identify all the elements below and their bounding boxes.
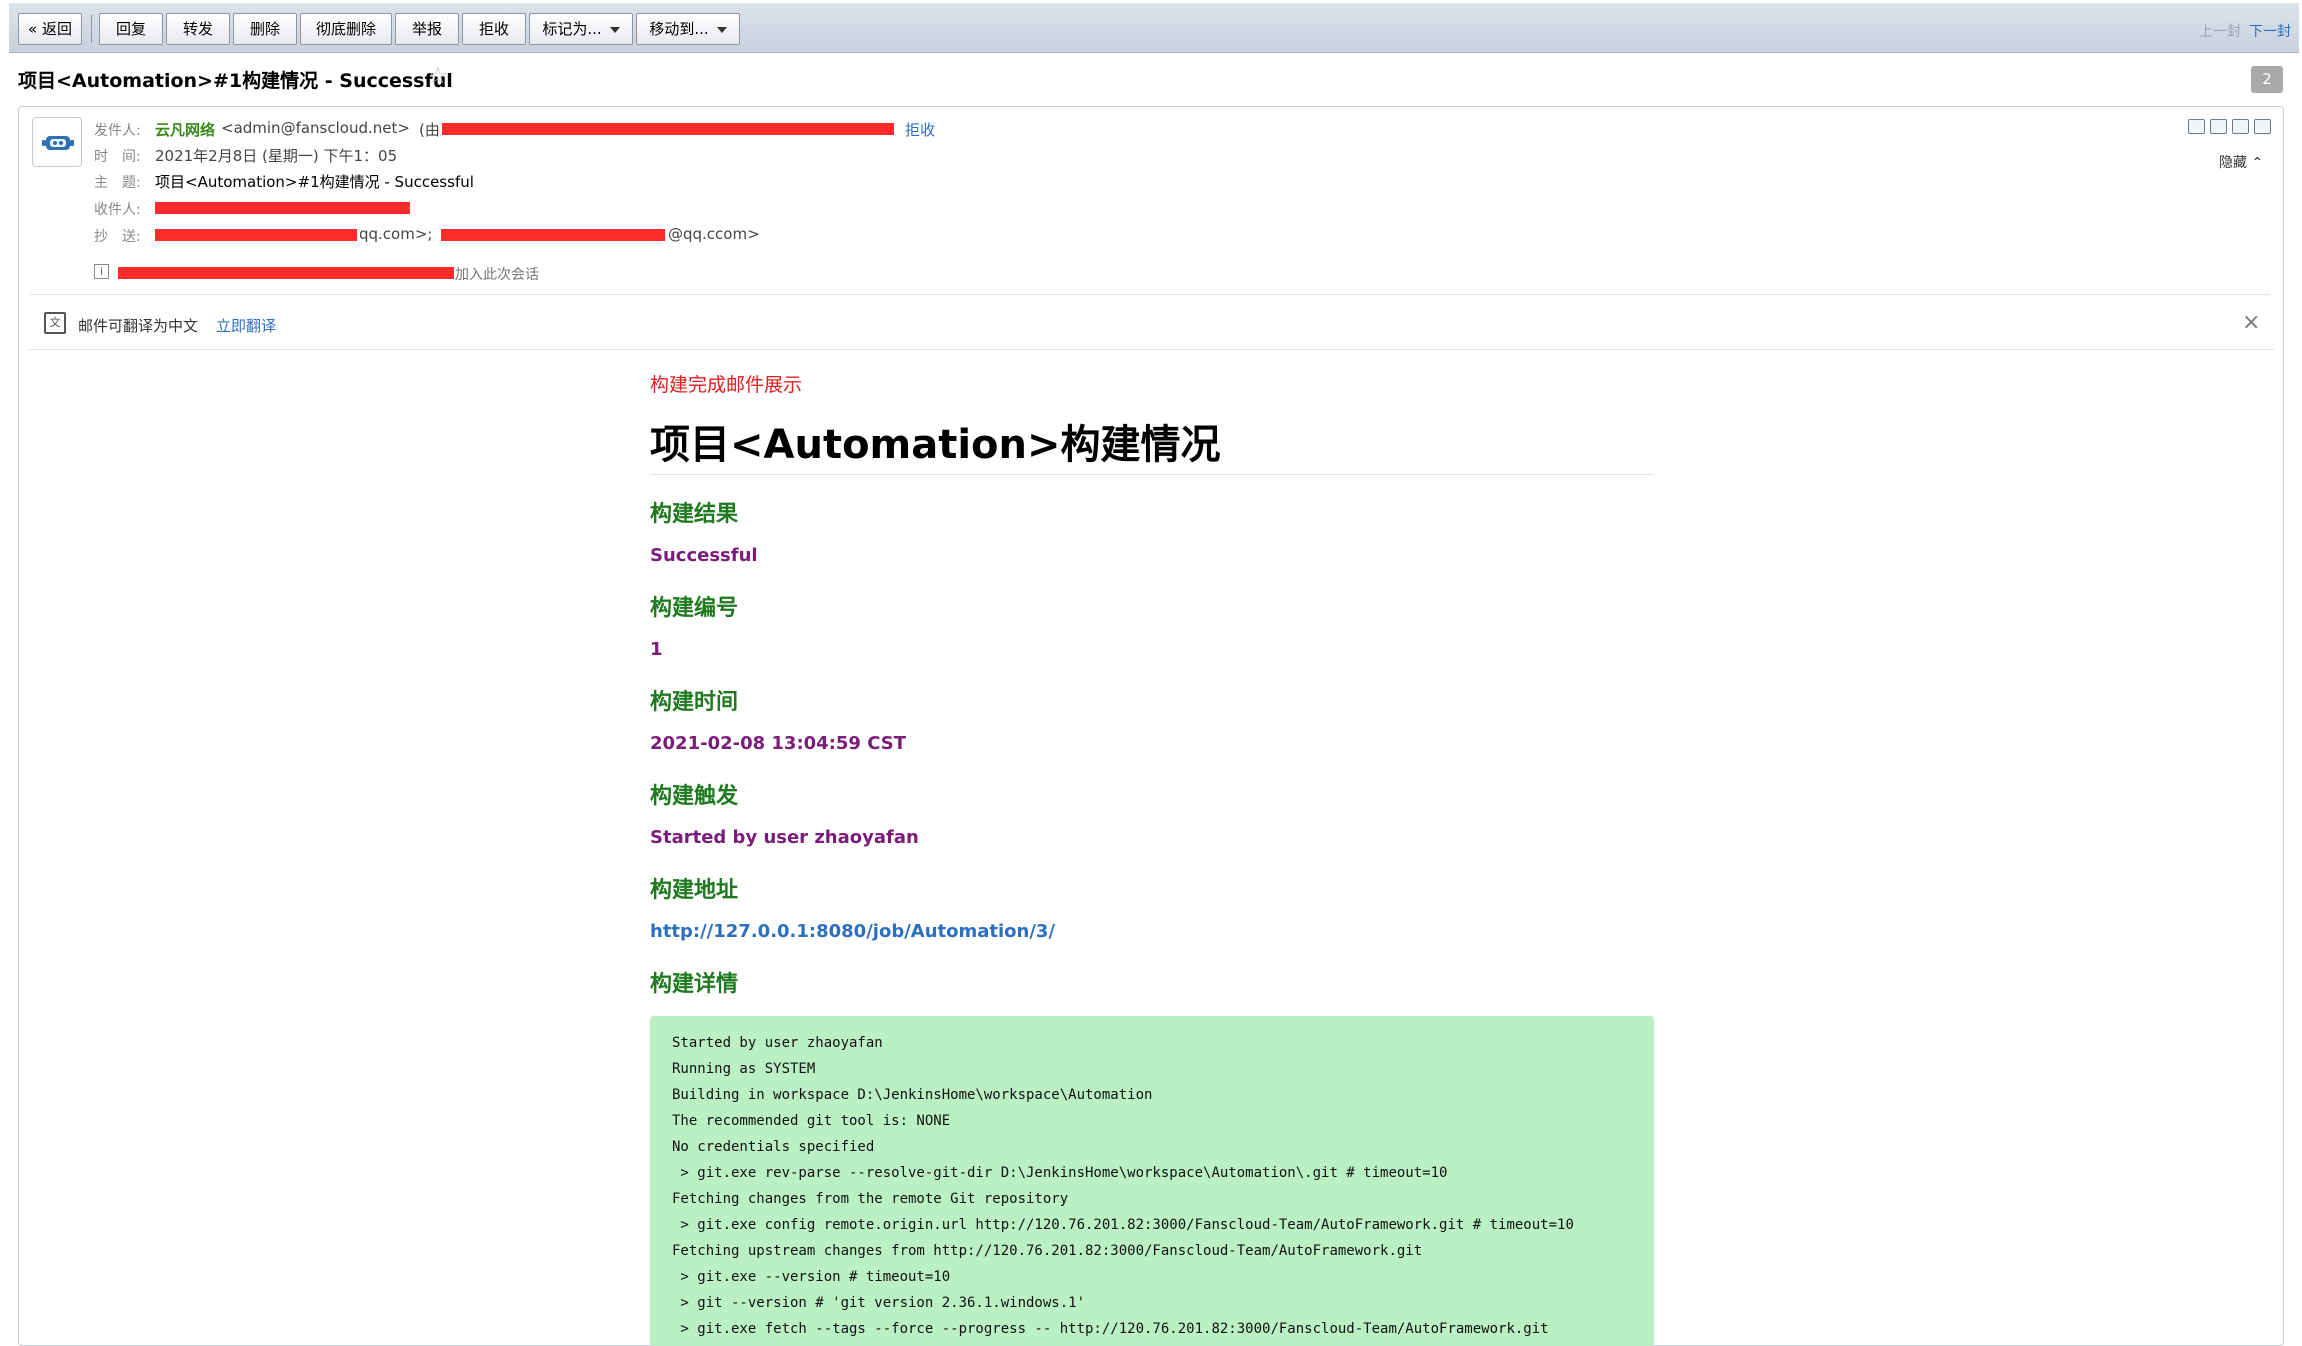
console-line: Started by user zhaoyafan: [672, 1035, 883, 1051]
translate-bar: 文 邮件可翻译为中文 立即翻译 ×: [28, 300, 2274, 350]
console-line: Fetching upstream changes from http://12…: [672, 1243, 1423, 1259]
build-trigger-value: Started by user zhaoyafan: [650, 827, 919, 848]
build-number-value: 1: [650, 639, 663, 660]
mark-as-dropdown[interactable]: 标记为...: [529, 13, 633, 45]
forward-button[interactable]: 转发: [166, 13, 230, 45]
mark-as-label: 标记为...: [542, 20, 602, 38]
console-line: > git.exe fetch --tags --force --progres…: [672, 1321, 1549, 1337]
redaction-bar: [441, 229, 665, 241]
console-line: > git --version # 'git version 2.36.1.wi…: [672, 1295, 1086, 1311]
build-time-value: 2021-02-08 13:04:59 CST: [650, 733, 906, 754]
build-url-link[interactable]: http://127.0.0.1:8080/job/Automation/3/: [650, 921, 1055, 942]
header-divider: [30, 294, 2270, 295]
print-icon[interactable]: [2254, 119, 2271, 134]
build-time-heading: 构建时间: [650, 690, 739, 715]
intro-text: 构建完成邮件展示: [650, 374, 803, 396]
sender-email: <admin@fanscloud.net>: [221, 119, 410, 137]
console-line: Running as SYSTEM: [672, 1061, 816, 1077]
move-to-dropdown[interactable]: 移动到...: [636, 13, 740, 45]
close-icon[interactable]: ×: [2242, 310, 2260, 335]
delete-button[interactable]: 删除: [233, 13, 297, 45]
join-conversation-text: 加入此次会话: [455, 267, 539, 283]
console-line: Fetching changes from the remote Git rep…: [672, 1191, 1069, 1207]
next-mail-link[interactable]: 下一封: [2249, 21, 2291, 41]
robot-icon: [42, 136, 74, 150]
sender-via-prefix: (由: [419, 121, 440, 139]
console-log: Started by user zhaoyafan Running as SYST…: [650, 1016, 1654, 1346]
info-icon: i: [94, 264, 109, 279]
build-report-title: 项目<Automation>构建情况: [650, 422, 1221, 468]
permanent-delete-button[interactable]: 彻底删除: [300, 13, 392, 45]
back-button[interactable]: « 返回: [18, 13, 82, 45]
console-line: > git.exe --version # timeout=10: [672, 1269, 951, 1285]
header-actions: [2188, 119, 2271, 134]
build-url-heading: 构建地址: [650, 878, 739, 903]
redaction-bar: [442, 123, 894, 135]
build-result-heading: 构建结果: [650, 502, 739, 527]
console-line: > git.exe config remote.origin.url http:…: [672, 1217, 1574, 1233]
message-count-badge: 2: [2251, 66, 2283, 93]
cc-address-1[interactable]: qq.com>;: [359, 225, 432, 243]
console-line: No credentials specified: [672, 1139, 875, 1155]
sender-avatar: [32, 117, 82, 167]
subject-value: 项目<Automation>#1构建情况 - Successful: [155, 173, 474, 191]
build-detail-heading: 构建详情: [650, 972, 739, 997]
chevron-down-icon: [716, 26, 727, 33]
hide-details-link[interactable]: 隐藏 ⌃: [2219, 152, 2263, 172]
toolbar-divider: [91, 15, 92, 43]
build-result-value: Successful: [650, 545, 758, 566]
build-number-heading: 构建编号: [650, 596, 739, 621]
compact-view-icon[interactable]: [2210, 119, 2227, 134]
title-divider: [650, 474, 1654, 475]
redaction-bar: [155, 229, 357, 241]
cc-label: 抄 送:: [94, 229, 141, 245]
time-label: 时 间:: [94, 149, 141, 165]
previous-mail-link[interactable]: 上一封: [2199, 21, 2241, 41]
subject-label: 主 题:: [94, 175, 141, 191]
console-line: The recommended git tool is: NONE: [672, 1113, 951, 1129]
cc-address-2[interactable]: @qq.ccom>: [668, 225, 760, 243]
reply-button[interactable]: 回复: [99, 13, 163, 45]
to-label: 收件人:: [94, 202, 141, 218]
console-line: > git.exe rev-parse --resolve-git-dir D:…: [672, 1165, 1448, 1181]
chevron-down-icon: [609, 26, 620, 33]
translate-hint: 邮件可翻译为中文: [78, 317, 199, 335]
build-trigger-heading: 构建触发: [650, 784, 739, 809]
reject-button[interactable]: 拒收: [462, 13, 526, 45]
sent-time: 2021年2月8日 (星期一) 下午1：05: [155, 147, 398, 165]
translate-icon: 文: [44, 312, 66, 334]
redaction-bar: [155, 202, 410, 214]
translate-now-link[interactable]: 立即翻译: [216, 315, 276, 336]
redaction-bar: [118, 267, 454, 279]
save-icon[interactable]: [2232, 119, 2249, 134]
mail-toolbar: « 返回 回复 转发 删除 彻底删除 举报 拒收 标记为... 移动到... 上…: [9, 3, 2299, 53]
move-to-label: 移动到...: [649, 20, 709, 38]
reject-sender-link[interactable]: 拒收: [905, 119, 935, 140]
console-line: Building in workspace D:\JenkinsHome\wor…: [672, 1087, 1153, 1103]
from-label: 发件人:: [94, 123, 141, 139]
star-icon[interactable]: ☆: [428, 64, 448, 89]
report-button[interactable]: 举报: [395, 13, 459, 45]
mail-subject-title: 项目<Automation>#1构建情况 - Successful: [18, 70, 453, 92]
popout-icon[interactable]: [2188, 119, 2205, 134]
sender-name[interactable]: 云凡网络: [155, 119, 215, 140]
